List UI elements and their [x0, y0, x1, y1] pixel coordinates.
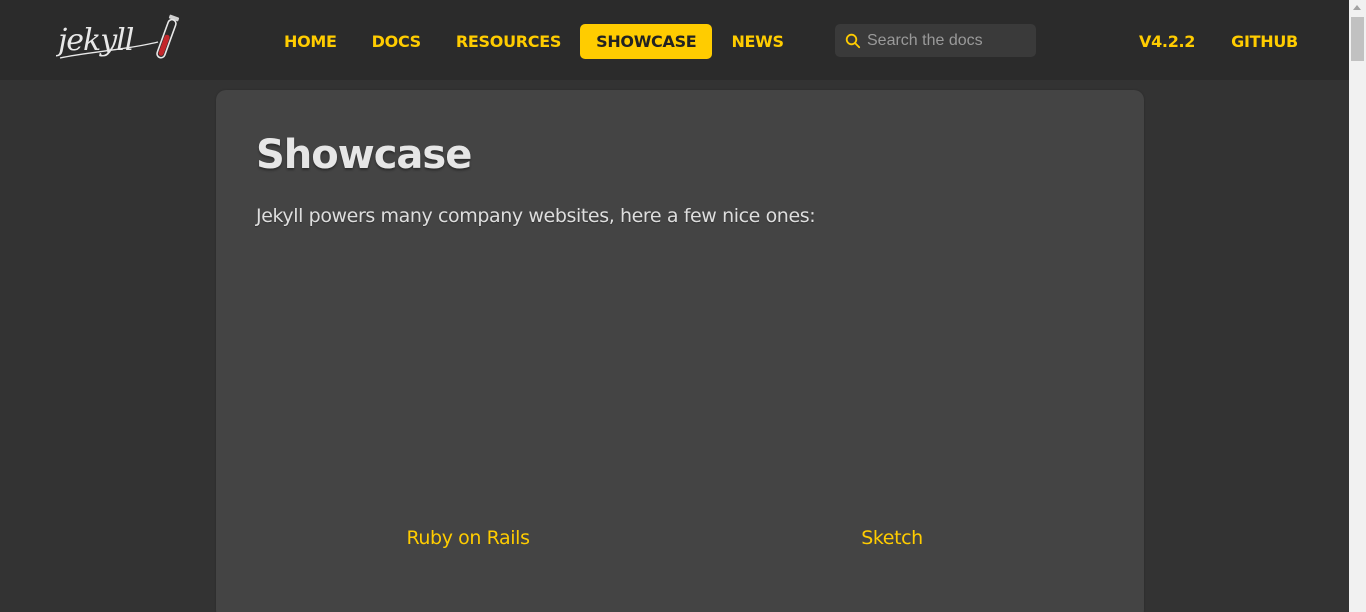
intro-text: Jekyll powers many company websites, her…	[256, 205, 816, 227]
search-input[interactable]	[867, 24, 1036, 57]
search-icon	[845, 33, 861, 48]
page-title: Showcase	[256, 132, 472, 178]
showcase-image[interactable]	[296, 270, 640, 500]
github-link[interactable]: GITHUB	[1213, 24, 1316, 59]
showcase-item: Sketch	[680, 250, 1104, 570]
version-link[interactable]: V4.2.2	[1121, 24, 1213, 59]
main-nav: HOME DOCS RESOURCES SHOWCASE NEWS	[268, 24, 803, 59]
showcase-image[interactable]	[720, 270, 1064, 500]
scroll-up-arrow-icon[interactable]	[1353, 5, 1361, 10]
nav-showcase[interactable]: SHOWCASE	[580, 24, 713, 59]
showcase-item: Ruby on Rails	[256, 250, 680, 570]
nav-home[interactable]: HOME	[268, 24, 353, 59]
jekyll-logo-icon: jekyll	[56, 14, 180, 59]
search-box	[835, 24, 1036, 57]
site-header: jekyll HOME DOCS RESOURCES SHOWCASE NEWS	[0, 0, 1349, 80]
showcase-link-ruby-on-rails[interactable]: Ruby on Rails	[256, 524, 680, 552]
jekyll-logo[interactable]: jekyll	[56, 12, 188, 68]
nav-resources[interactable]: RESOURCES	[440, 24, 577, 59]
meta-nav: V4.2.2 GITHUB	[1121, 24, 1316, 59]
nav-docs[interactable]: DOCS	[356, 24, 437, 59]
showcase-card: Showcase Jekyll powers many company webs…	[216, 90, 1144, 612]
page: jekyll HOME DOCS RESOURCES SHOWCASE NEWS	[0, 0, 1366, 612]
nav-news[interactable]: NEWS	[715, 24, 799, 59]
scroll-thumb[interactable]	[1351, 17, 1364, 61]
vertical-scrollbar[interactable]	[1349, 0, 1366, 612]
showcase-grid: Ruby on Rails Sketch	[256, 250, 1104, 570]
showcase-link-sketch[interactable]: Sketch	[680, 524, 1104, 552]
